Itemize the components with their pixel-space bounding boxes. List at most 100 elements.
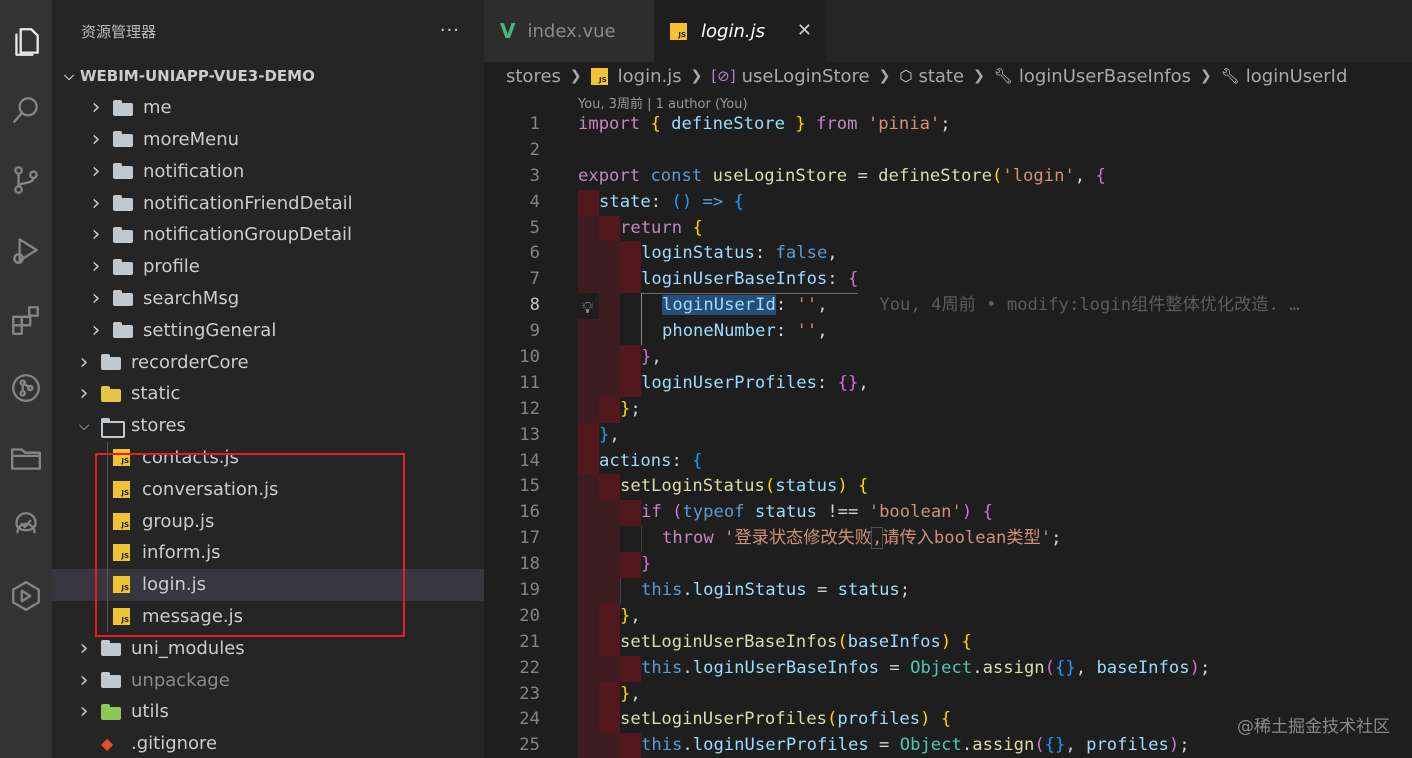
code-line: 7 loginUserBaseInfos: {: [484, 267, 1412, 295]
tab-login-js[interactable]: JS login.js ✕: [654, 0, 826, 62]
breadcrumb-file[interactable]: login.js: [618, 66, 682, 87]
editor-area: V index.vue JS login.js ✕ stores ❯ JS lo…: [484, 0, 1412, 758]
item-label: searchMsg: [143, 287, 240, 309]
line-number: 14: [519, 450, 540, 471]
folder-item[interactable]: › unpackage: [52, 664, 484, 696]
search-icon[interactable]: [0, 82, 52, 138]
folder-icon[interactable]: [0, 430, 52, 486]
close-icon[interactable]: ✕: [797, 20, 812, 41]
folder-item[interactable]: › notificationFriendDetail: [52, 187, 484, 219]
code-line: 11 loginUserProfiles: {},: [484, 370, 1412, 397]
git-graph-icon[interactable]: [0, 360, 52, 416]
item-label: unpackage: [131, 669, 230, 691]
more-actions-button[interactable]: ···: [440, 20, 460, 41]
file-item[interactable]: JS message.js: [52, 601, 484, 633]
folder-item[interactable]: › moreMenu: [52, 124, 484, 156]
chevron-right-icon: ›: [91, 254, 101, 280]
line-number: 2: [529, 139, 540, 160]
vue-icon: V: [500, 19, 516, 43]
item-label: uni_modules: [131, 637, 245, 659]
item-label: utils: [131, 701, 169, 723]
chevron-right-icon: ›: [91, 126, 101, 152]
line-number: 20: [519, 605, 540, 626]
breadcrumb-folder[interactable]: stores: [506, 66, 561, 87]
folder-icon: [113, 322, 133, 339]
chevron-right-icon: ›: [79, 349, 89, 375]
code-line: 15 setLoginStatus(status) {: [484, 474, 1412, 501]
folder-item[interactable]: › profile: [52, 251, 484, 283]
folder-item[interactable]: › static: [52, 378, 484, 410]
folder-item[interactable]: › uni_modules: [52, 632, 484, 664]
chevron-right-icon: ›: [91, 158, 101, 184]
folder-item[interactable]: › me: [52, 92, 484, 124]
file-item[interactable]: ◆ .gitignore: [52, 728, 484, 758]
code-line: 20},: [484, 603, 1412, 630]
chevron-right-icon: ❯: [973, 68, 985, 84]
folder-item[interactable]: › notificationGroupDetail: [52, 219, 484, 251]
folder-item[interactable]: ⌵ stores: [52, 410, 484, 442]
explorer-title: 资源管理器: [81, 22, 157, 41]
code-line: 6 loginStatus: false,: [484, 241, 1412, 268]
code-line: 4 state: () => {: [484, 189, 1412, 216]
folder-icon: [113, 163, 133, 180]
folder-item[interactable]: › settingGeneral: [52, 314, 484, 346]
folder-item[interactable]: › searchMsg: [52, 283, 484, 315]
chevron-right-icon: ›: [91, 95, 101, 121]
explorer-icon[interactable]: [0, 14, 52, 70]
extensions-icon[interactable]: [0, 292, 52, 348]
testing-icon[interactable]: [0, 498, 52, 554]
js-file-icon: JS: [113, 544, 130, 562]
cube-icon: ⬡: [899, 67, 913, 85]
chevron-right-icon: ›: [79, 667, 89, 693]
breadcrumb-symbol-2[interactable]: state: [918, 66, 964, 87]
file-item[interactable]: JS group.js: [52, 505, 484, 537]
breadcrumb-symbol-1[interactable]: useLoginStore: [742, 66, 870, 87]
project-root[interactable]: ⌵ WEBIM-UNIAPP-VUE3-DEMO: [52, 62, 484, 90]
folder-icon: [113, 131, 133, 148]
file-tree: ›login›me›moreMenu›notification›notifica…: [52, 63, 484, 758]
breadcrumb-symbol-4[interactable]: loginUserId: [1246, 66, 1348, 87]
code-line: 1 import { defineStore } from 'pinia';: [484, 112, 1412, 138]
folder-item[interactable]: › utils: [52, 696, 484, 728]
line-number: 23: [519, 683, 540, 704]
code-editor[interactable]: 1 import { defineStore } from 'pinia'; 2 …: [484, 112, 1412, 758]
line-number: 5: [529, 217, 540, 238]
line-number: 9: [529, 321, 540, 342]
line-number: 18: [519, 554, 540, 575]
lightbulb-icon[interactable]: 💡︎: [582, 295, 596, 317]
explorer-sidebar: 资源管理器 ··· ⌵ WEBIM-UNIAPP-VUE3-DEMO › logi…: [52, 0, 484, 758]
run-debug-icon[interactable]: [0, 222, 52, 278]
remote-explorer-icon[interactable]: [0, 568, 52, 624]
file-item[interactable]: JS login.js: [52, 568, 484, 601]
js-icon: JS: [590, 67, 608, 85]
folder-icon: [113, 290, 133, 307]
source-control-icon[interactable]: [0, 152, 52, 208]
line-number: 11: [519, 372, 540, 393]
codelens-blame[interactable]: You, 3周前 | 1 author (You): [578, 93, 748, 112]
code-line: 21 setLoginUserBaseInfos(baseInfos) {: [484, 629, 1412, 656]
chevron-right-icon: ❯: [690, 68, 703, 84]
code-line: 16 if (typeof status !== 'boolean') {: [484, 500, 1412, 527]
file-item[interactable]: JS conversation.js: [52, 473, 484, 505]
chevron-right-icon: ❯: [1200, 68, 1212, 84]
breadcrumb-symbol-3[interactable]: loginUserBaseInfos: [1019, 66, 1191, 87]
file-item[interactable]: JS inform.js: [52, 537, 484, 569]
folder-icon: [101, 640, 121, 657]
code-line: 14 actions: {: [484, 448, 1412, 475]
item-label: login.js: [142, 574, 206, 596]
folder-icon: [113, 258, 133, 275]
file-item[interactable]: JS contacts.js: [52, 442, 484, 474]
chevron-right-icon: ›: [91, 285, 101, 311]
tab-index-vue[interactable]: V index.vue: [484, 0, 654, 62]
folder-item[interactable]: › notification: [52, 155, 484, 187]
explorer-header: 资源管理器 ···: [52, 0, 484, 62]
indent-guide: [107, 441, 108, 633]
code-line: 22 this.loginUserBaseInfos = Object.assig…: [484, 655, 1412, 682]
chevron-right-icon: ›: [91, 222, 101, 248]
item-label: moreMenu: [143, 128, 240, 150]
folder-item[interactable]: › recorderCore: [52, 346, 484, 378]
line-number: 12: [519, 398, 540, 419]
line-number: 4: [529, 191, 540, 212]
line-number: 3: [529, 165, 540, 186]
project-name: WEBIM-UNIAPP-VUE3-DEMO: [80, 67, 315, 85]
